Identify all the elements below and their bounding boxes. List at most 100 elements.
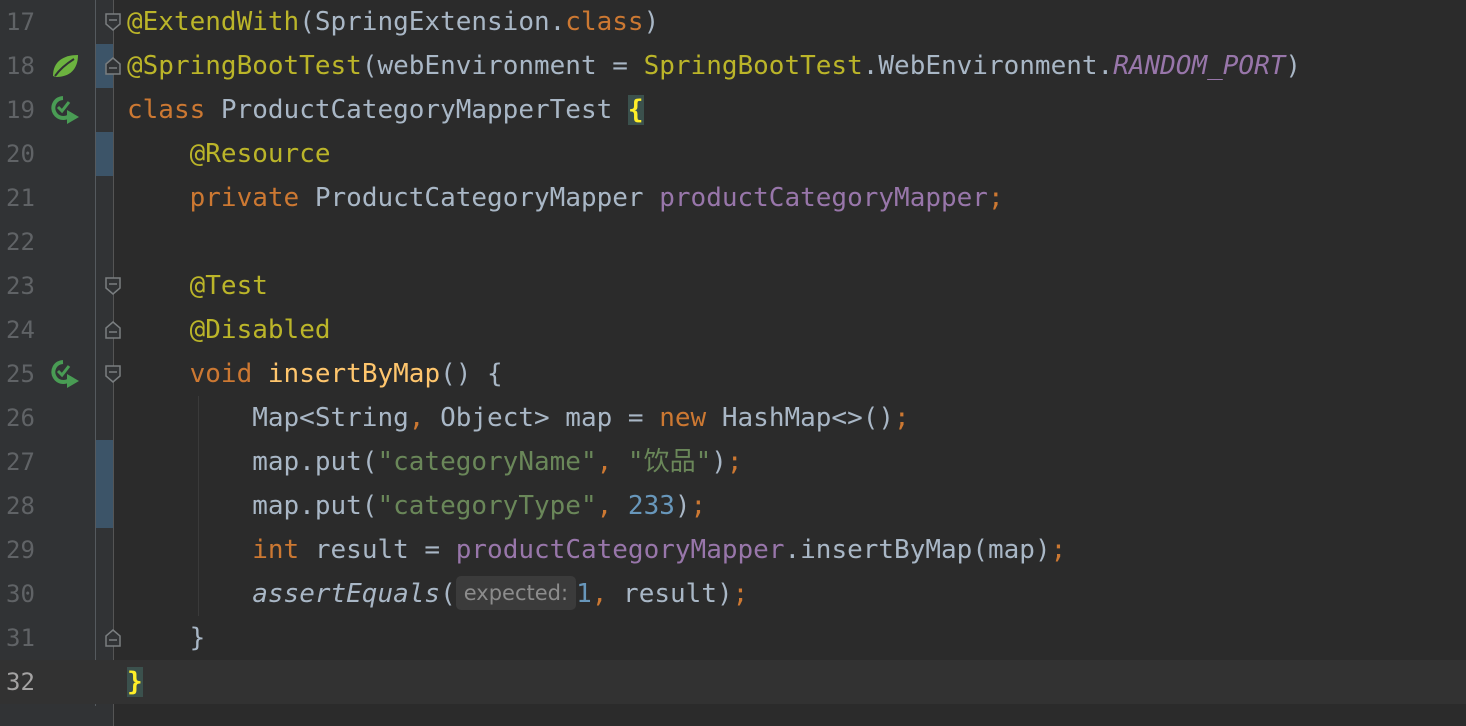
line-number: 25	[6, 360, 35, 388]
code-token: 1	[576, 579, 592, 609]
code-line[interactable]: 28 map.put("categoryType", 233);	[0, 484, 1466, 528]
code-token: map.put(	[127, 491, 378, 521]
code-token: result)	[623, 579, 733, 609]
code-token: class	[127, 95, 221, 125]
code-token: (webEnvironment =	[361, 51, 644, 81]
code-text: Map<String, Object> map = new HashMap<>(…	[127, 396, 909, 440]
code-text: @Resource	[127, 132, 331, 176]
code-token: "categoryType"	[377, 491, 597, 521]
code-token: () {	[440, 359, 503, 389]
code-token: }	[127, 667, 143, 697]
code-token: (SpringExtension.	[299, 7, 566, 37]
code-token: void	[189, 359, 268, 389]
line-number: 30	[6, 580, 35, 608]
code-token: .WebEnvironment.	[862, 51, 1114, 81]
code-token: @Resource	[189, 139, 331, 169]
code-token: ;	[732, 579, 749, 609]
fold-end-icon[interactable]	[104, 628, 122, 648]
code-token: ;	[987, 183, 1004, 213]
code-line[interactable]: 26 Map<String, Object> map = new HashMap…	[0, 396, 1466, 440]
spring-bean-icon[interactable]	[50, 51, 80, 81]
code-line[interactable]: 31 }	[0, 616, 1466, 660]
code-token: ;	[726, 447, 743, 477]
code-token: ,	[591, 579, 624, 609]
code-token: RANDOM_PORT	[1113, 51, 1286, 81]
code-token: "categoryName"	[377, 447, 597, 477]
code-line[interactable]: 23 @Test	[0, 264, 1466, 308]
code-token: @Test	[189, 271, 268, 301]
code-text: @Test	[127, 264, 268, 308]
code-line[interactable]: 17 @ExtendWith(SpringExtension.class)	[0, 0, 1466, 44]
code-token: )	[1285, 51, 1302, 81]
code-line[interactable]: 20 @Resource	[0, 132, 1466, 176]
code-line[interactable]: 30 assertEquals(expected: 1, result);	[0, 572, 1466, 616]
code-text: map.put("categoryType", 233);	[127, 484, 706, 528]
code-text: @SpringBootTest(webEnvironment = SpringB…	[127, 44, 1301, 88]
code-token: }	[127, 623, 206, 653]
code-token: SpringBootTest	[643, 51, 863, 81]
line-number: 23	[6, 272, 35, 300]
code-token: productCategoryMapper	[659, 183, 988, 213]
code-line[interactable]: 25 void insertByMap() {	[0, 352, 1466, 396]
run-test-icon[interactable]	[50, 95, 80, 125]
code-token: )	[711, 447, 727, 477]
line-number: 18	[6, 52, 35, 80]
code-token: 233	[627, 491, 675, 521]
code-text: }	[127, 660, 143, 704]
code-text: private ProductCategoryMapper productCat…	[127, 176, 1004, 220]
code-text: assertEquals(expected: 1, result);	[127, 572, 748, 616]
code-token: private	[189, 183, 315, 213]
code-token: assertEquals	[252, 579, 441, 609]
line-number: 29	[6, 536, 35, 564]
code-text: }	[127, 616, 206, 660]
fold-collapse-icon[interactable]	[104, 364, 122, 384]
code-line[interactable]: 21 private ProductCategoryMapper product…	[0, 176, 1466, 220]
fold-collapse-icon[interactable]	[104, 276, 122, 296]
code-token: ,	[408, 403, 441, 433]
code-token: result =	[314, 535, 456, 565]
code-editor[interactable]: 17 @ExtendWith(SpringExtension.class) 18 @S…	[0, 0, 1466, 726]
parameter-hint: expected:	[455, 576, 577, 610]
line-number: 26	[6, 404, 35, 432]
line-number: 19	[6, 96, 35, 124]
fold-collapse-icon[interactable]	[104, 12, 122, 32]
code-token: map.put(	[127, 447, 378, 477]
run-test-icon[interactable]	[50, 359, 80, 389]
code-token: (	[440, 579, 456, 609]
code-line[interactable]: 19 class ProductCategoryMapperTest {	[0, 88, 1466, 132]
code-line[interactable]: 29 int result = productCategoryMapper.in…	[0, 528, 1466, 572]
code-token: insertByMap	[267, 359, 441, 389]
code-line[interactable]: 32}	[0, 660, 1466, 704]
code-line[interactable]: 27 map.put("categoryName", "饮品");	[0, 440, 1466, 484]
line-number: 31	[6, 624, 35, 652]
code-token: HashMap<>()	[721, 403, 895, 433]
code-token: ,	[596, 491, 628, 521]
line-number: 32	[6, 668, 35, 696]
line-number: 21	[6, 184, 35, 212]
line-number: 27	[6, 448, 35, 476]
code-token: )	[643, 7, 660, 37]
code-line[interactable]: 22	[0, 220, 1466, 264]
line-number: 28	[6, 492, 35, 520]
line-number: 17	[6, 8, 35, 36]
code-text: void insertByMap() {	[127, 352, 503, 396]
code-token: ProductCategoryMapper	[314, 183, 660, 213]
code-token: ,	[596, 447, 628, 477]
code-text: int result = productCategoryMapper.inser…	[127, 528, 1066, 572]
fold-end-icon[interactable]	[104, 320, 122, 340]
code-text: @Disabled	[127, 308, 331, 352]
code-token: ;	[690, 491, 707, 521]
code-line[interactable]: 24 @Disabled	[0, 308, 1466, 352]
code-line[interactable]: 18 @SpringBootTest(webEnvironment = Sprin…	[0, 44, 1466, 88]
fold-end-icon[interactable]	[104, 56, 122, 76]
code-token: @SpringBootTest	[127, 51, 362, 81]
code-token: productCategoryMapper	[455, 535, 785, 565]
code-token: new	[659, 403, 722, 433]
line-number: 24	[6, 316, 35, 344]
code-token: {	[627, 95, 644, 125]
